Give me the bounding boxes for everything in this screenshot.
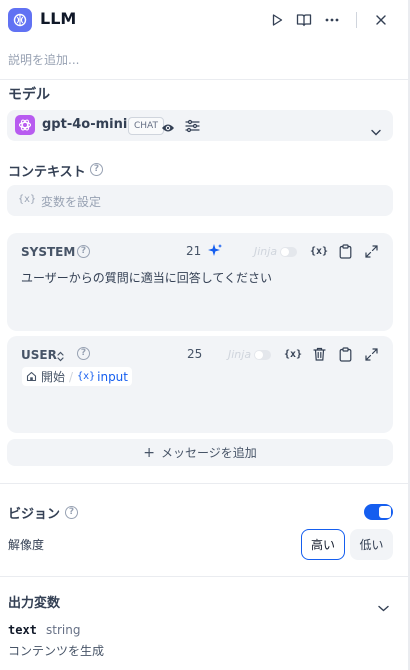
model-name: gpt-4o-mini (42, 117, 128, 132)
node-title[interactable]: LLM (40, 9, 76, 28)
split-view-button[interactable] (294, 10, 314, 30)
expand-button[interactable] (362, 242, 380, 260)
variable-name: input (97, 369, 128, 384)
add-message-label: メッセージを追加 (160, 446, 257, 460)
sparkle-icon[interactable] (207, 243, 223, 263)
variable-path-separator: / (69, 369, 74, 384)
clipboard-icon (339, 346, 351, 362)
model-selector[interactable]: gpt-4o-mini CHAT (7, 110, 393, 141)
clipboard-icon (339, 243, 351, 259)
vision-toggle[interactable] (364, 504, 393, 520)
output-variable-name: text (8, 623, 37, 637)
help-icon[interactable]: ? (65, 506, 78, 519)
jinja-toggle[interactable] (254, 350, 271, 360)
jinja-label: Jinja (228, 348, 252, 361)
model-settings-button[interactable] (185, 118, 200, 137)
llm-node-icon (8, 8, 32, 32)
eye-icon (161, 119, 175, 138)
variable-icon: {x} (309, 245, 329, 257)
model-mode-badge: CHAT (128, 117, 165, 135)
user-role-label: USER (21, 348, 57, 362)
divider (0, 79, 408, 80)
token-count: 25 (187, 347, 203, 361)
resolution-low-option[interactable]: 低い (350, 529, 393, 560)
sort-arrows-icon (57, 347, 64, 366)
help-icon[interactable]: ? (77, 245, 90, 258)
divider (0, 483, 408, 484)
system-message-box[interactable]: SYSTEM ? 21 Jinja {x} ユーザーからの質問に適当に回答してく… (7, 233, 393, 331)
user-role-selector[interactable]: USER (21, 348, 57, 362)
expand-icon (364, 244, 378, 258)
variable-icon: {x} (77, 371, 96, 382)
home-icon (26, 371, 37, 382)
expand-icon (364, 347, 378, 361)
delete-button[interactable] (310, 345, 328, 363)
more-dots-icon (325, 18, 339, 22)
trash-icon (312, 347, 326, 361)
run-button[interactable] (267, 10, 287, 30)
model-section-label: モデル (8, 87, 50, 103)
jinja-label: Jinja (254, 245, 278, 258)
close-button[interactable] (371, 10, 391, 30)
context-variable-selector[interactable]: {x} 変数を設定 (7, 185, 393, 216)
sliders-icon (185, 119, 200, 133)
expand-button[interactable] (362, 345, 380, 363)
variable-reference-chip[interactable]: 開始 / {x} input (22, 367, 132, 386)
insert-variable-button[interactable]: {x} (284, 345, 302, 363)
book-icon (296, 14, 312, 27)
more-button[interactable] (322, 10, 342, 30)
insert-variable-button[interactable]: {x} (310, 242, 328, 260)
context-placeholder: 変数を設定 (41, 195, 102, 209)
plus-icon: + (143, 444, 155, 461)
add-message-button[interactable]: + メッセージを追加 (7, 439, 393, 466)
output-variables-label: 出力変数 (8, 596, 61, 611)
system-role-label: SYSTEM (21, 245, 76, 259)
token-count: 21 (186, 244, 202, 258)
copy-button[interactable] (336, 345, 354, 363)
resolution-label: 解像度 (8, 538, 45, 552)
openai-icon (15, 115, 35, 135)
divider (0, 576, 408, 577)
copy-button[interactable] (336, 242, 354, 260)
system-prompt-text[interactable]: ユーザーからの質問に適当に回答してください (21, 269, 272, 286)
resolution-high-option[interactable]: 高い (301, 529, 345, 560)
chevron-down-icon[interactable] (378, 597, 389, 616)
vision-label: ビジョン (8, 507, 61, 522)
output-variable-type: string (46, 623, 81, 637)
help-icon[interactable]: ? (77, 347, 90, 360)
output-variable-description: コンテンツを生成 (8, 644, 105, 658)
user-message-box[interactable]: USER ? 25 Jinja {x} 開始 / {x} input (7, 336, 393, 433)
variable-icon: {x} (18, 194, 37, 205)
variable-icon: {x} (283, 348, 303, 360)
description-input[interactable]: 説明を追加... (8, 51, 79, 68)
jinja-toggle[interactable] (280, 247, 297, 257)
chevron-down-icon (371, 121, 381, 140)
header-divider (356, 12, 357, 28)
help-icon[interactable]: ? (90, 163, 103, 176)
context-section-label: コンテキスト (8, 165, 86, 180)
close-icon (376, 15, 386, 25)
panel-header: LLM (0, 0, 408, 40)
variable-node-name: 開始 (41, 370, 66, 384)
play-icon (272, 14, 283, 26)
